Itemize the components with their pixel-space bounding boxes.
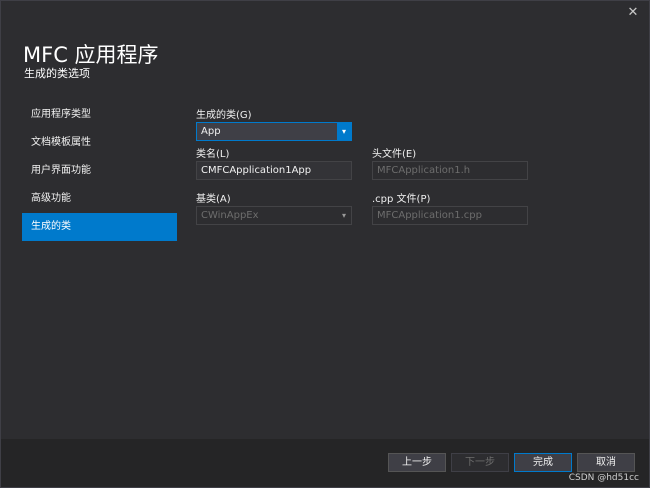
sidebar-item-document-template[interactable]: 文档模板属性 [22, 129, 177, 157]
sidebar-item-application-type[interactable]: 应用程序类型 [22, 101, 177, 129]
generated-class-combo[interactable]: App ▾ [196, 122, 352, 141]
cancel-button[interactable]: 取消 [577, 453, 635, 472]
class-name-input[interactable]: CMFCApplication1App [196, 161, 352, 180]
watermark-text: CSDN @hd51cc [568, 473, 639, 483]
footer-bar: 上一步 下一步 完成 取消 CSDN @hd51cc [1, 439, 649, 487]
base-class-label: 基类(A) [196, 194, 231, 205]
base-class-combo: CWinAppEx ▾ [196, 206, 352, 225]
sidebar-item-ui-features[interactable]: 用户界面功能 [22, 157, 177, 185]
sidebar-item-generated-classes[interactable]: 生成的类 [22, 213, 177, 241]
cpp-file-input: MFCApplication1.cpp [372, 206, 528, 225]
finish-button[interactable]: 完成 [514, 453, 572, 472]
next-button: 下一步 [451, 453, 509, 472]
chevron-down-icon[interactable]: ▾ [337, 123, 351, 140]
chevron-down-icon: ▾ [341, 211, 346, 220]
cpp-file-label: .cpp 文件(P) [372, 194, 431, 205]
mfc-wizard-dialog: ✕ MFC 应用程序 生成的类选项 应用程序类型 文档模板属性 用户界面功能 高… [0, 0, 650, 488]
header-file-input: MFCApplication1.h [372, 161, 528, 180]
generated-class-value: App [201, 126, 221, 137]
base-class-value: CWinAppEx [201, 210, 259, 221]
sidebar: 应用程序类型 文档模板属性 用户界面功能 高级功能 生成的类 [22, 101, 177, 241]
page-subtitle: 生成的类选项 [24, 67, 90, 80]
class-name-label: 类名(L) [196, 149, 230, 160]
back-button[interactable]: 上一步 [388, 453, 446, 472]
generated-class-label: 生成的类(G) [196, 110, 252, 121]
sidebar-item-advanced-features[interactable]: 高级功能 [22, 185, 177, 213]
header-file-label: 头文件(E) [372, 149, 417, 160]
close-icon[interactable]: ✕ [625, 5, 641, 21]
